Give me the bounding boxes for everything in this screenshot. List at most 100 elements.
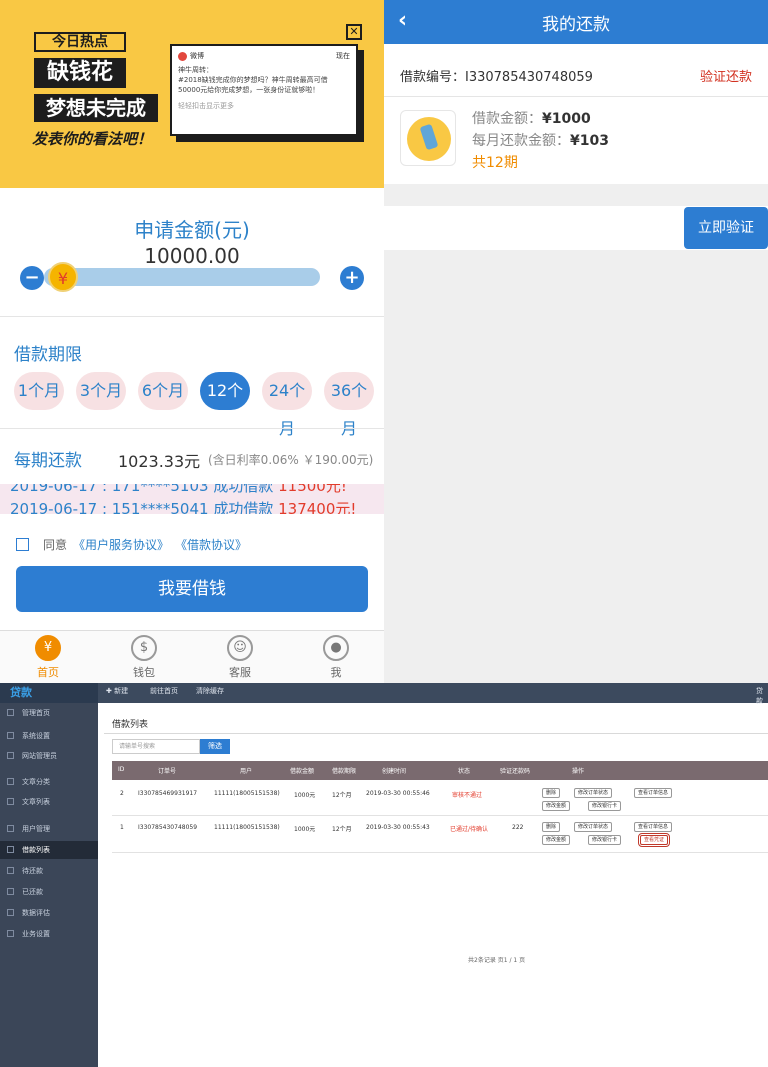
view-order-button[interactable]: 查看订单信息 — [634, 822, 673, 832]
sidebar-item-users[interactable]: 用户管理 — [0, 820, 98, 838]
sidebar-item-assessment[interactable]: 数据评估 — [0, 904, 98, 922]
filter-button[interactable]: 筛选 — [200, 739, 230, 754]
sidebar-item-business[interactable]: 业务设置 — [0, 925, 98, 943]
sidebar-label: 数据评估 — [22, 909, 50, 917]
verify-repayment-link[interactable]: 验证还款 — [700, 66, 752, 85]
cell-term: 12个月 — [332, 826, 352, 833]
tab-me[interactable]: ● 我 — [288, 631, 384, 683]
term-option-12m[interactable]: 12个月 — [200, 372, 250, 438]
divider — [112, 815, 768, 816]
sidebar-label: 管理首页 — [22, 709, 50, 717]
new-link[interactable]: ✚ 新建 — [106, 686, 128, 696]
search-input[interactable]: 请输单号搜索 — [112, 739, 200, 754]
card-source: 微博 — [190, 52, 204, 60]
tab-wallet[interactable]: $ 钱包 — [96, 631, 192, 683]
term-option-24m[interactable]: 24个月 — [262, 372, 312, 438]
banner-slogan: 发表你的看法吧！ — [32, 130, 153, 148]
home-icon — [7, 709, 14, 716]
home-link[interactable]: 前往首页 — [150, 686, 178, 696]
tab-service[interactable]: ☺ 客服 — [192, 631, 288, 683]
sidebar-item-settings[interactable]: 系统设置 — [0, 727, 98, 745]
user-icon — [7, 825, 14, 832]
tab-home[interactable]: ¥ 首页 — [0, 631, 96, 683]
edit-card-button[interactable]: 修改银行卡 — [588, 801, 622, 811]
tab-label: 首页 — [37, 666, 59, 679]
close-icon[interactable]: ✕ — [346, 24, 362, 40]
agree-checkbox[interactable] — [16, 538, 29, 551]
banner-headline-1: 缺钱花 — [34, 58, 126, 88]
term-option-1m[interactable]: 1个月 — [14, 372, 64, 410]
amount-label: 借款金额： — [472, 111, 542, 127]
promo-banner[interactable]: 今日热点 缺钱花 梦想未完成 发表你的看法吧！ 微博 现在 神牛周转： #201… — [0, 0, 384, 188]
sidebar-item-pending[interactable]: 待还款 — [0, 862, 98, 880]
service-agreement-link[interactable]: 《用户服务协议》 — [73, 536, 169, 553]
admin-icon — [7, 752, 14, 759]
monthly-label: 每月还款金额： — [472, 133, 570, 149]
verify-now-button[interactable]: 立即验证 — [684, 207, 768, 249]
edit-amount-button[interactable]: 修改金额 — [542, 801, 571, 811]
list-icon — [7, 846, 14, 853]
view-order-button[interactable]: 查看订单信息 — [634, 788, 673, 798]
back-chevron-icon[interactable]: ‹ — [398, 8, 407, 33]
sidebar-label: 文章列表 — [22, 798, 50, 806]
sidebar-item-admins[interactable]: 网站管理员 — [0, 747, 98, 765]
loan-agreement-link[interactable]: 《借款协议》 — [175, 536, 247, 553]
clear-cache-link[interactable]: 清除缓存 — [196, 686, 224, 696]
edit-card-button[interactable]: 修改银行卡 — [588, 835, 622, 845]
delete-button[interactable]: 删除 — [542, 822, 561, 832]
column-header: 创建时间 — [382, 768, 407, 775]
briefcase-icon — [7, 930, 14, 937]
edit-status-button[interactable]: 修改订单状态 — [574, 788, 613, 798]
sidebar-label: 用户管理 — [22, 825, 50, 833]
tab-bar: ¥ 首页 $ 钱包 ☺ 客服 ● 我 — [0, 630, 384, 683]
ticker-text: 2019-06-17 : 151****5041 成功借款 — [10, 500, 279, 514]
amount-value: ¥1000 — [542, 111, 591, 127]
cell-created: 2019-03-30 00:55:43 — [366, 824, 430, 831]
amount-slider-thumb[interactable]: ¥ — [48, 262, 78, 292]
increase-amount-button[interactable]: + — [340, 266, 364, 290]
cell-order: I330785430748059 — [138, 824, 198, 831]
term-option-3m[interactable]: 3个月 — [76, 372, 126, 410]
gear-icon — [7, 732, 14, 739]
sidebar-label: 已还款 — [22, 888, 43, 896]
sidebar-item-dashboard[interactable]: 管理首页 — [0, 704, 98, 722]
account-menu[interactable]: 贷款 — [756, 686, 768, 706]
term-option-36m[interactable]: 36个月 — [324, 372, 374, 438]
sidebar-label: 待还款 — [22, 867, 43, 875]
cell-term: 12个月 — [332, 792, 352, 799]
monthly-payment: 每月还款金额：¥103 — [472, 130, 609, 150]
content-title: 借款列表 — [112, 720, 149, 730]
sidebar-item-loans[interactable]: 借款列表 — [0, 841, 98, 859]
edit-status-button[interactable]: 修改订单状态 — [574, 822, 613, 832]
sidebar-item-repaid[interactable]: 已还款 — [0, 883, 98, 901]
delete-button[interactable]: 删除 — [542, 788, 561, 798]
column-header: ID — [118, 766, 125, 773]
divider — [112, 852, 768, 853]
sidebar-label: 借款列表 — [22, 846, 50, 854]
column-header: 借款金额 — [290, 768, 315, 775]
card-line-2: #2018缺钱完成你的梦想吗？神牛周转最高可借 — [178, 76, 328, 84]
sidebar-label: 文章分类 — [22, 778, 50, 786]
cell-status: 审核不通过 — [452, 792, 483, 799]
edit-amount-button[interactable]: 修改金额 — [542, 835, 571, 845]
amount-slider-track[interactable] — [44, 268, 320, 286]
banner-headline-2: 梦想未完成 — [34, 94, 158, 122]
divider — [104, 733, 768, 734]
document-icon — [7, 798, 14, 805]
term-options: 1个月 3个月 6个月 12个月 24个月 36个月 — [14, 372, 374, 438]
weibo-icon — [178, 51, 187, 61]
sidebar-item-article-categories[interactable]: 文章分类 — [0, 773, 98, 791]
chart-icon — [7, 909, 14, 916]
sidebar-item-articles[interactable]: 文章列表 — [0, 793, 98, 811]
admin-brand: 贷款 — [0, 683, 98, 703]
divider — [0, 316, 384, 317]
sidebar-label: 业务设置 — [22, 930, 50, 938]
view-voucher-button[interactable]: 查看凭证 — [637, 833, 671, 847]
term-option-6m[interactable]: 6个月 — [138, 372, 188, 410]
cell-amount: 1000元 — [294, 792, 316, 799]
divider — [0, 428, 384, 429]
loan-amount: 借款金额：¥1000 — [472, 108, 591, 128]
borrow-button[interactable]: 我要借钱 — [16, 566, 368, 612]
decrease-amount-button[interactable]: − — [20, 266, 44, 290]
ticker-text: 2019-06-17 : 171****5103 成功借款 — [10, 484, 279, 495]
